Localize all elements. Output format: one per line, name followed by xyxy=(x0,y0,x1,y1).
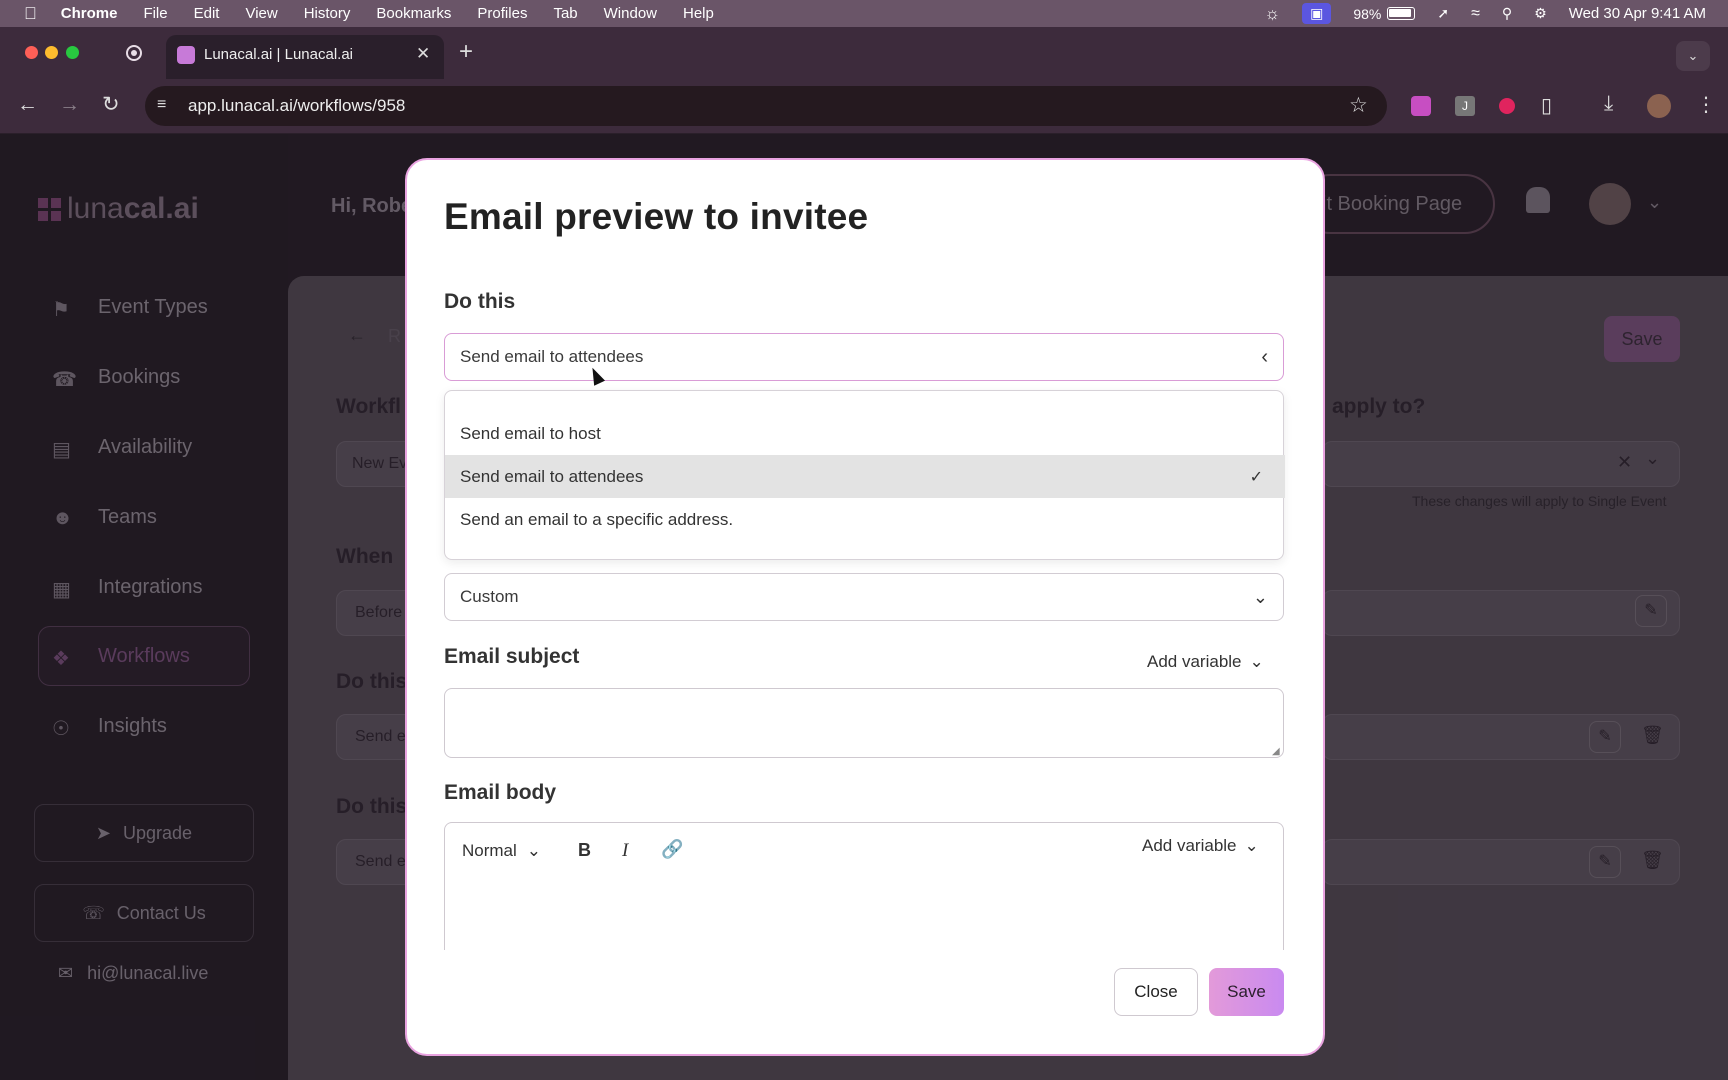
favicon-icon xyxy=(177,46,195,64)
tab-title: Lunacal.ai | Lunacal.ai xyxy=(204,46,354,63)
subject-add-variable-button[interactable]: Add variable ⌄ xyxy=(1147,652,1264,672)
downloads-icon[interactable]: ⤓ xyxy=(1604,92,1613,116)
chevron-down-icon: ⌄ xyxy=(1249,652,1264,671)
action-select[interactable]: Send email to attendees ‹ xyxy=(444,333,1284,381)
url-text[interactable]: app.lunacal.ai/workflows/958 xyxy=(188,96,405,116)
address-bar[interactable]: ≡ app.lunacal.ai/workflows/958 ☆ xyxy=(145,86,1387,126)
template-select[interactable]: Custom ⌄ xyxy=(444,573,1284,621)
new-tab-button[interactable]: + xyxy=(459,38,473,66)
action-dropdown-menu: Send email to host Send email to attende… xyxy=(444,390,1285,560)
body-add-variable-label: Add variable xyxy=(1142,836,1237,855)
menu-file[interactable]: File xyxy=(143,5,167,22)
bold-icon[interactable]: B xyxy=(578,840,591,861)
menu-app-name[interactable]: Chrome xyxy=(61,5,118,22)
window-zoom-button[interactable] xyxy=(66,46,79,59)
resize-handle-icon[interactable]: ◢ xyxy=(1272,746,1280,757)
wifi-icon[interactable]: ≈ xyxy=(1471,5,1480,23)
chevron-down-icon[interactable]: ⌄ xyxy=(1253,587,1268,608)
apple-icon[interactable]:  xyxy=(24,4,37,24)
screen-record-icon[interactable] xyxy=(126,45,142,61)
extension-record-icon[interactable] xyxy=(1499,98,1515,114)
option-send-email-to-host[interactable]: Send email to host xyxy=(445,412,1285,455)
format-select[interactable]: Normal ⌄ xyxy=(462,841,541,861)
reload-icon[interactable]: ↻ xyxy=(102,92,120,117)
menu-view[interactable]: View xyxy=(245,5,277,22)
menu-profiles[interactable]: Profiles xyxy=(477,5,527,22)
brightness-icon[interactable]: ☼ xyxy=(1264,4,1280,24)
site-info-icon[interactable]: ≡ xyxy=(157,96,166,114)
action-select-value: Send email to attendees xyxy=(460,347,644,366)
menu-edit[interactable]: Edit xyxy=(194,5,220,22)
mac-menubar:  Chrome File Edit View History Bookmark… xyxy=(0,0,1728,27)
chevron-down-icon: ⌄ xyxy=(526,841,542,860)
chevron-left-icon[interactable]: ‹ xyxy=(1261,346,1268,369)
option-label: Send an email to a specific address. xyxy=(460,509,734,529)
browser-tab[interactable]: Lunacal.ai | Lunacal.ai ✕ xyxy=(166,35,444,79)
menu-bookmarks[interactable]: Bookmarks xyxy=(376,5,451,22)
subject-add-variable-label: Add variable xyxy=(1147,652,1242,671)
chevron-down-icon: ⌄ xyxy=(1244,836,1259,855)
extensions-puzzle-icon[interactable]: ▯ xyxy=(1541,93,1552,118)
control-center-icon[interactable]: ⚙ xyxy=(1534,5,1547,22)
bookmark-star-icon[interactable]: ☆ xyxy=(1349,93,1368,118)
extension-j-icon[interactable]: J xyxy=(1455,96,1475,116)
email-subject-input[interactable] xyxy=(444,688,1284,758)
battery-percent: 98% xyxy=(1353,5,1382,22)
menubar-datetime[interactable]: Wed 30 Apr 9:41 AM xyxy=(1569,5,1706,22)
italic-icon[interactable]: I xyxy=(622,840,628,862)
screen-mirror-icon[interactable]: ▣ xyxy=(1302,3,1332,24)
option-send-to-specific-address[interactable]: Send an email to a specific address. xyxy=(445,498,1285,541)
window-close-button[interactable] xyxy=(25,46,38,59)
check-icon: ✓ xyxy=(1249,468,1263,486)
menu-history[interactable]: History xyxy=(304,5,351,22)
forward-icon[interactable]: → xyxy=(59,93,80,117)
option-label: Send email to host xyxy=(460,423,601,443)
option-send-email-to-attendees[interactable]: Send email to attendees ✓ xyxy=(445,455,1285,498)
close-button[interactable]: Close xyxy=(1114,968,1198,1016)
option-label: Send email to attendees xyxy=(460,466,644,486)
email-body-label: Email body xyxy=(444,781,557,804)
format-select-value: Normal xyxy=(462,841,517,860)
menu-help[interactable]: Help xyxy=(683,5,714,22)
profile-avatar[interactable] xyxy=(1647,94,1671,118)
link-icon[interactable]: 🔗 xyxy=(661,839,683,860)
extension-lunacal-icon[interactable] xyxy=(1411,96,1431,116)
back-icon[interactable]: ← xyxy=(17,93,38,117)
menu-window[interactable]: Window xyxy=(604,5,657,22)
browser-menu-icon[interactable]: ⋮ xyxy=(1696,92,1716,117)
email-subject-label: Email subject xyxy=(444,645,580,668)
pen-icon[interactable]: ➚ xyxy=(1437,5,1449,22)
spotlight-search-icon[interactable]: ⚲ xyxy=(1502,5,1512,22)
menu-tab[interactable]: Tab xyxy=(553,5,577,22)
template-select-value: Custom xyxy=(460,587,519,606)
window-minimize-button[interactable] xyxy=(45,46,58,59)
battery-icon[interactable] xyxy=(1387,7,1416,20)
tab-search-button[interactable]: ⌄ xyxy=(1676,41,1710,71)
tab-close-icon[interactable]: ✕ xyxy=(416,44,430,64)
modal-title: Email preview to invitee xyxy=(444,196,869,237)
body-add-variable-button[interactable]: Add variable ⌄ xyxy=(1142,836,1259,856)
save-button[interactable]: Save xyxy=(1209,968,1284,1016)
do-this-label: Do this xyxy=(444,290,516,313)
